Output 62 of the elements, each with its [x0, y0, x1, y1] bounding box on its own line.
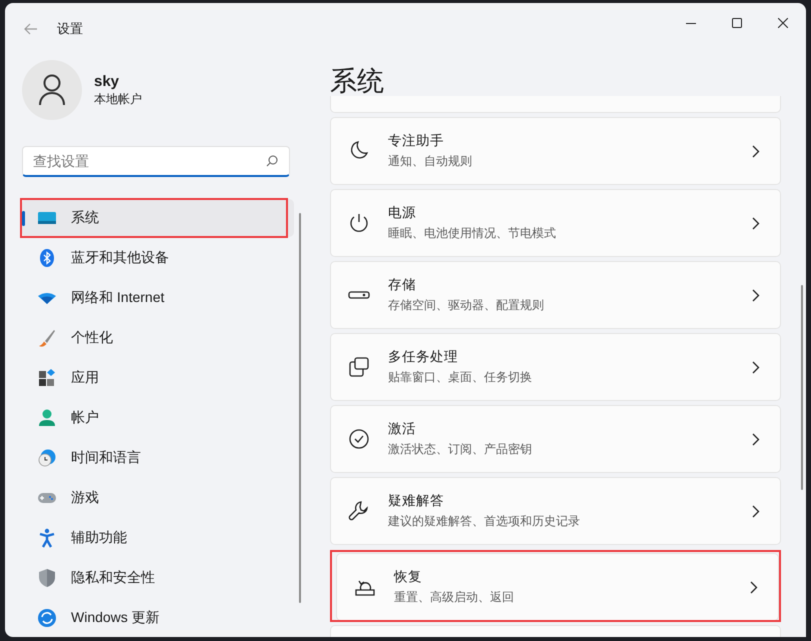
nav-item[interactable]: 蓝牙和其他设备 — [22, 239, 294, 277]
user-name: sky — [94, 72, 120, 90]
card-subtitle: 贴靠窗口、桌面、任务切换 — [388, 369, 532, 386]
check-circle-icon — [348, 428, 370, 450]
power-icon — [348, 212, 370, 234]
nav-item[interactable]: Windows 更新 — [22, 599, 294, 637]
settings-card[interactable]: 激活 激活状态、订阅、产品密钥 — [330, 405, 781, 473]
nav-item[interactable]: 时间和语言 — [22, 439, 294, 477]
account-type: 本地帐户 — [94, 90, 142, 108]
person-icon — [37, 408, 57, 428]
card-subtitle: 激活状态、订阅、产品密钥 — [388, 441, 532, 458]
wrench-icon — [348, 500, 370, 522]
page-title: 系统 — [330, 65, 385, 98]
maximize-icon — [732, 18, 742, 28]
settings-card[interactable]: 电源 睡眠、电池使用情况、节电模式 — [330, 189, 781, 257]
nav-item[interactable]: 隐私和安全性 — [22, 559, 294, 597]
back-arrow-icon[interactable] — [24, 23, 38, 35]
card-title: 多任务处理 — [388, 348, 459, 366]
card-title: 恢复 — [394, 568, 423, 586]
selection-indicator — [22, 211, 25, 226]
scrollbar[interactable] — [299, 213, 301, 603]
chevron-right-icon — [752, 432, 760, 446]
settings-card[interactable]: 存储 存储空间、驱动器、配置规则 — [330, 261, 781, 329]
chevron-right-icon — [752, 504, 760, 518]
clock-icon — [37, 448, 57, 468]
nav-item[interactable]: 帐户 — [22, 399, 294, 437]
card-title: 激活 — [388, 420, 417, 438]
search-field[interactable]: 查找设置 — [22, 146, 290, 177]
window-title: 设置 — [57, 20, 83, 38]
chevron-right-icon — [752, 216, 760, 230]
search-icon — [266, 155, 278, 167]
card-subtitle: 存储空间、驱动器、配置规则 — [388, 297, 544, 314]
card-title: 疑难解答 — [388, 492, 445, 510]
brush-icon — [37, 328, 57, 348]
nav-item[interactable]: 辅助功能 — [22, 519, 294, 557]
chevron-right-icon — [750, 580, 758, 594]
windows-icon — [348, 356, 370, 378]
scrollbar[interactable] — [801, 285, 803, 490]
shield-icon — [37, 568, 57, 588]
nav-item[interactable]: 应用 — [22, 359, 294, 397]
nav-item[interactable]: 个性化 — [22, 319, 294, 357]
apps-icon — [37, 368, 57, 388]
settings-card[interactable]: 疑难解答 建议的疑难解答、首选项和历史记录 — [330, 477, 781, 545]
card-subtitle: 睡眠、电池使用情况、节电模式 — [388, 225, 556, 242]
card-subtitle: 重置、高级启动、返回 — [394, 589, 514, 606]
bluetooth-icon — [37, 248, 57, 268]
nav-item[interactable]: 游戏 — [22, 479, 294, 517]
card-subtitle: 建议的疑难解答、首选项和历史记录 — [388, 513, 580, 530]
chevron-right-icon — [752, 144, 760, 158]
refresh-icon — [37, 608, 57, 628]
chevron-right-icon — [752, 360, 760, 374]
accessibility-icon — [37, 528, 57, 548]
card-title: 电源 — [388, 204, 417, 222]
close-icon — [778, 18, 788, 28]
settings-card[interactable]: 专注助手 通知、自动规则 — [330, 117, 781, 185]
chevron-right-icon — [752, 288, 760, 302]
nav-item[interactable]: 系统 — [22, 199, 294, 237]
card-title: 存储 — [388, 276, 417, 294]
nav-item[interactable]: 网络和 Internet — [22, 279, 294, 317]
card-title: 专注助手 — [388, 132, 445, 150]
card-subtitle: 通知、自动规则 — [388, 153, 472, 170]
settings-card[interactable]: 多任务处理 贴靠窗口、桌面、任务切换 — [330, 333, 781, 401]
